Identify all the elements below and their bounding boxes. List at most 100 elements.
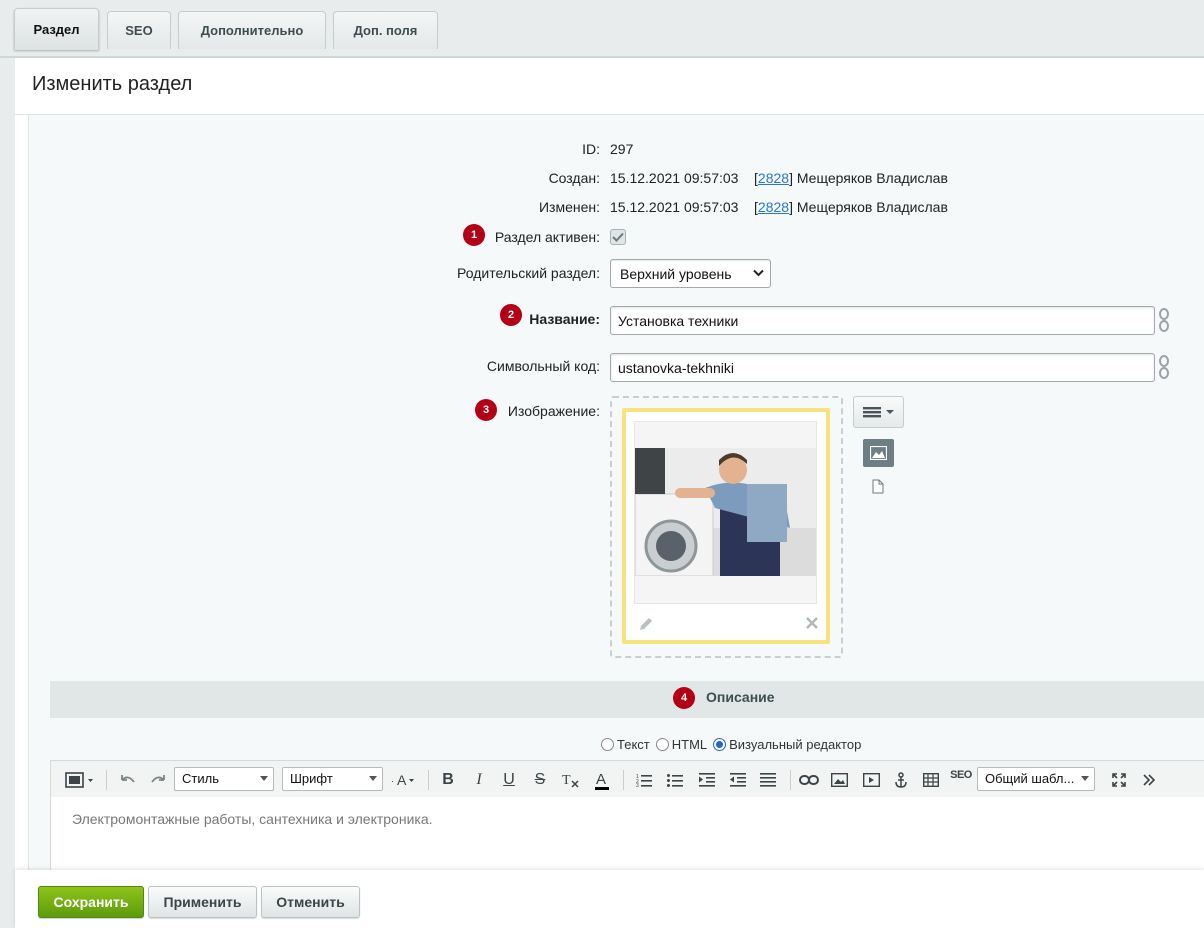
modified-user-link[interactable]: 2828 — [758, 199, 789, 215]
pencil-icon[interactable] — [638, 616, 654, 632]
underline-button[interactable]: U — [498, 768, 520, 792]
fullscreen-icon — [1112, 773, 1126, 787]
id-label: ID: — [582, 141, 600, 157]
id-value: 297 — [610, 141, 634, 157]
menu-icon — [862, 407, 894, 418]
fullscreen-button[interactable] — [1108, 768, 1130, 792]
template-select[interactable]: Общий шабл... — [977, 767, 1095, 791]
align-justify-icon — [760, 773, 776, 787]
insert-link-button[interactable] — [797, 768, 821, 792]
undo-icon — [121, 775, 135, 783]
image-menu-button[interactable] — [853, 396, 904, 428]
mode-visual-label: Визуальный редактор — [729, 737, 862, 752]
editor-toolbar: Стиль Шрифт · A B I U S T A 123 SEO Общи… — [50, 760, 1204, 798]
editor-mode-radios: Текст HTML Визуальный редактор — [601, 737, 861, 752]
link-chain-icon[interactable] — [1158, 354, 1170, 380]
image-preview-card[interactable] — [622, 408, 830, 644]
undo-button[interactable] — [117, 768, 139, 792]
mode-visual-radio[interactable]: Визуальный редактор — [713, 737, 861, 752]
seo-button[interactable]: SEO — [949, 765, 973, 785]
svg-text:A: A — [397, 772, 407, 788]
template-select-value: Общий шабл... — [985, 771, 1075, 786]
double-chevron-right-icon — [1143, 774, 1155, 786]
tab-section[interactable]: Раздел — [14, 8, 99, 50]
tab-seo[interactable]: SEO — [107, 11, 171, 49]
insert-table-button[interactable] — [920, 768, 942, 792]
svg-text:·: · — [391, 776, 394, 786]
editor-text: Электромонтажные работы, сантехника и эл… — [72, 811, 433, 827]
toolbar-separator — [623, 770, 624, 790]
modified-date: 15.12.2021 09:57:03 — [610, 199, 739, 215]
created-user-name: Мещеряков Владислав — [796, 170, 948, 186]
redo-button[interactable] — [147, 768, 169, 792]
video-icon — [862, 773, 880, 787]
cancel-button[interactable]: Отменить — [261, 886, 360, 918]
image-icon — [870, 446, 887, 460]
link-icon — [799, 775, 819, 785]
text-color-button[interactable]: A — [591, 768, 613, 792]
hint-badge-4: 4 — [673, 687, 695, 709]
outdent-button[interactable] — [727, 768, 749, 792]
hint-badge-3: 3 — [475, 399, 497, 421]
code-label: Символьный код: — [486, 358, 600, 374]
close-icon[interactable] — [806, 617, 818, 629]
italic-button[interactable]: I — [468, 768, 490, 792]
parent-select-value: Верхний уровень — [620, 266, 732, 282]
svg-text:3: 3 — [636, 783, 639, 787]
created-date: 15.12.2021 09:57:03 — [610, 170, 739, 186]
link-chain-icon[interactable] — [1158, 307, 1170, 333]
page-title: Изменить раздел — [32, 73, 193, 95]
page-frame-left — [0, 58, 15, 928]
snippets-button[interactable] — [63, 768, 97, 792]
font-select-value: Шрифт — [290, 771, 333, 786]
radio-selected-icon — [713, 738, 727, 751]
clear-format-button[interactable]: T — [560, 768, 582, 792]
ordered-list-icon: 123 — [636, 774, 652, 787]
align-button[interactable] — [757, 768, 779, 792]
indent-button[interactable] — [696, 768, 718, 792]
more-tools-button[interactable] — [1138, 768, 1160, 792]
tab-extra-fields[interactable]: Доп. поля — [333, 11, 438, 49]
insert-video-button[interactable] — [860, 768, 882, 792]
image-icon — [830, 773, 848, 787]
mode-html-radio[interactable]: HTML — [655, 737, 708, 752]
parent-select[interactable]: Верхний уровень — [610, 259, 771, 288]
created-info: 15.12.2021 09:57:03 [2828] Мещеряков Вла… — [610, 170, 948, 186]
created-user-link[interactable]: 2828 — [758, 170, 789, 186]
ordered-list-button[interactable]: 123 — [633, 768, 655, 792]
save-button[interactable]: Сохранить — [38, 886, 144, 918]
mode-text-radio[interactable]: Текст — [601, 737, 650, 752]
unordered-list-icon — [667, 774, 683, 787]
text-color-icon: A — [595, 771, 609, 790]
hint-badge-2: 2 — [500, 304, 522, 326]
apply-button[interactable]: Применить — [148, 886, 257, 918]
outdent-icon — [730, 773, 746, 787]
tab-additional[interactable]: Дополнительно — [178, 11, 326, 49]
insert-anchor-button[interactable] — [890, 768, 912, 792]
active-checkbox[interactable] — [610, 229, 626, 245]
toolbar-separator — [428, 770, 429, 790]
chevron-down-icon — [369, 776, 377, 781]
bold-button[interactable]: B — [437, 768, 459, 792]
active-label: Раздел активен: — [494, 229, 600, 245]
strikethrough-button[interactable]: S — [529, 768, 551, 792]
file-icon[interactable] — [872, 479, 884, 494]
style-select[interactable]: Стиль — [174, 767, 274, 791]
anchor-icon — [895, 772, 907, 788]
font-select[interactable]: Шрифт — [282, 767, 383, 791]
image-mode-button[interactable] — [863, 439, 894, 467]
style-select-value: Стиль — [182, 771, 219, 786]
code-input[interactable]: ustanovka-tekhniki — [610, 353, 1155, 382]
insert-image-button[interactable] — [828, 768, 850, 792]
description-section-header — [50, 681, 1204, 718]
clear-format-icon: T — [562, 773, 579, 788]
chevron-down-icon — [1081, 776, 1089, 781]
name-input[interactable]: Установка техники — [610, 306, 1155, 335]
tab-bar: Раздел SEO Дополнительно Доп. поля — [0, 0, 1204, 58]
font-size-button[interactable]: · A — [390, 768, 416, 792]
modified-label: Изменен: — [538, 199, 600, 215]
editor-content-area[interactable]: Электромонтажные работы, сантехника и эл… — [50, 797, 1204, 872]
modified-info: 15.12.2021 09:57:03 [2828] Мещеряков Вла… — [610, 199, 948, 215]
mode-html-label: HTML — [671, 737, 708, 752]
unordered-list-button[interactable] — [664, 768, 686, 792]
